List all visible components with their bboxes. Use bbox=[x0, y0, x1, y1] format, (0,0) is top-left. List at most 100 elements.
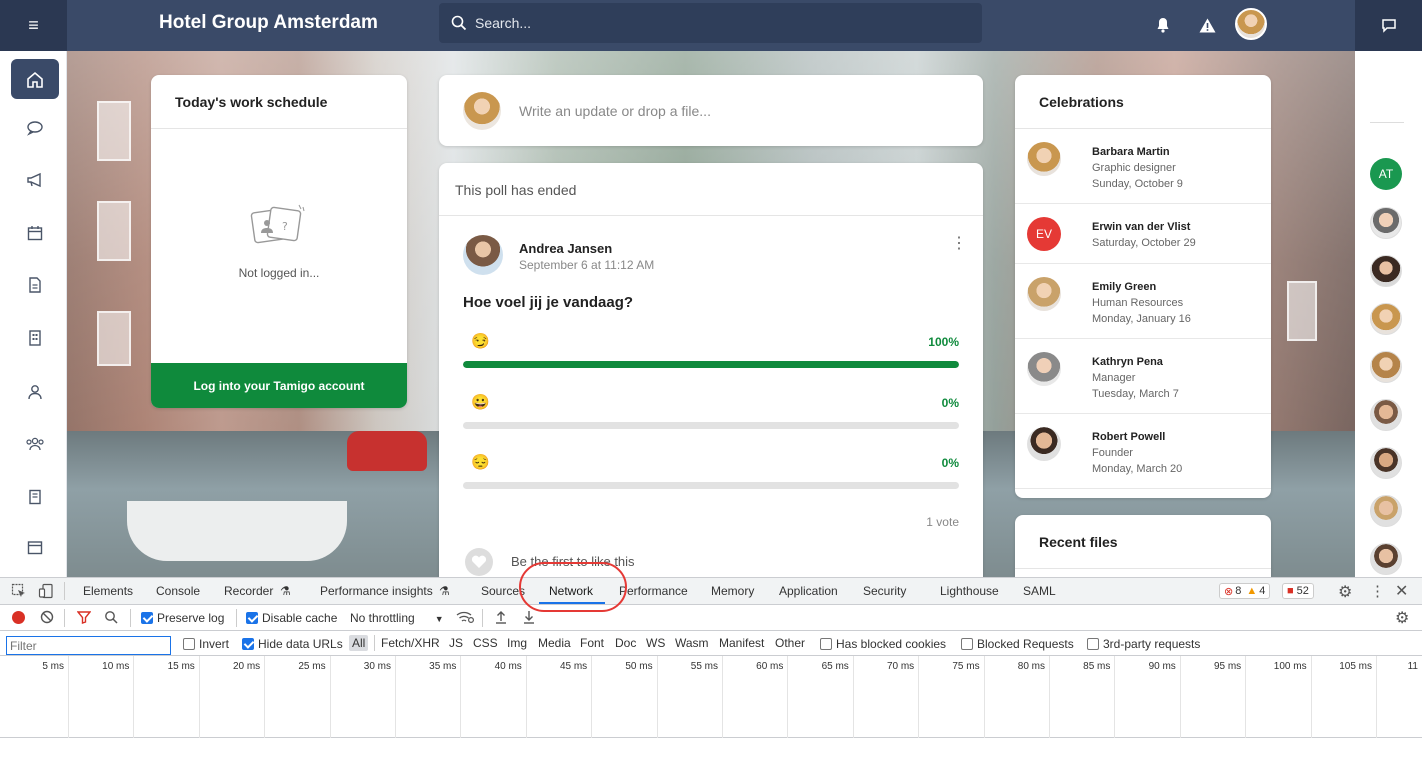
card-title: Celebrations bbox=[1039, 94, 1124, 110]
issues-icon: ■ bbox=[1287, 585, 1294, 597]
search-icon[interactable] bbox=[104, 610, 118, 627]
tab-security[interactable]: Security bbox=[863, 584, 906, 598]
author-name[interactable]: Andrea Jansen bbox=[519, 241, 612, 256]
timeline-tick-label: 95 ms bbox=[1213, 661, 1242, 672]
inspect-element-icon[interactable] bbox=[11, 583, 27, 602]
issues-badge[interactable]: ■ 52 bbox=[1282, 583, 1314, 599]
celebration-item[interactable]: Emily Green Human Resources Monday, Janu… bbox=[1015, 264, 1271, 339]
type-filter-font[interactable]: Font bbox=[580, 636, 604, 650]
schedule-status: Not logged in... bbox=[238, 266, 320, 280]
author-avatar[interactable] bbox=[463, 235, 503, 275]
tab-console[interactable]: Console bbox=[156, 584, 200, 598]
celebration-item[interactable]: EV Erwin van der Vlist Saturday, October… bbox=[1015, 204, 1271, 264]
contact-avatar[interactable] bbox=[1370, 543, 1402, 575]
user-avatar[interactable] bbox=[1235, 8, 1267, 40]
celebration-date: Tuesday, March 7 bbox=[1092, 388, 1179, 400]
calendar-icon[interactable] bbox=[11, 213, 59, 253]
hide-data-urls-checkbox[interactable]: Hide data URLs bbox=[242, 637, 343, 651]
highlight-annotation bbox=[519, 562, 627, 612]
network-conditions-icon[interactable] bbox=[456, 610, 475, 627]
bell-icon[interactable] bbox=[1150, 12, 1176, 38]
blocked-requests-checkbox[interactable]: Blocked Requests bbox=[961, 637, 1074, 651]
celebration-item[interactable]: Kathryn Pena Manager Tuesday, March 7 bbox=[1015, 339, 1271, 414]
timeline-gridline bbox=[329, 656, 331, 738]
tab-performance-insights[interactable]: Performance insights bbox=[320, 584, 433, 598]
filter-funnel-icon[interactable] bbox=[76, 610, 92, 627]
record-icon[interactable] bbox=[12, 611, 25, 624]
contact-avatar[interactable] bbox=[1370, 495, 1402, 527]
calendar-small-icon[interactable] bbox=[11, 527, 59, 567]
has-blocked-cookies-checkbox[interactable]: Has blocked cookies bbox=[820, 637, 946, 651]
hamburger-icon[interactable]: ≡ bbox=[0, 0, 67, 51]
vote-count: 1 vote bbox=[926, 515, 959, 529]
third-party-requests-checkbox[interactable]: 3rd-party requests bbox=[1087, 637, 1200, 651]
network-settings-gear-icon[interactable]: ⚙ bbox=[1395, 608, 1409, 628]
device-toolbar-icon[interactable] bbox=[38, 583, 54, 602]
person-icon[interactable] bbox=[11, 372, 59, 412]
contact-avatar[interactable] bbox=[1370, 255, 1402, 287]
celebration-item[interactable]: Robert Powell Founder Monday, March 20 bbox=[1015, 414, 1271, 489]
export-har-icon[interactable] bbox=[522, 610, 536, 627]
filter-input[interactable] bbox=[6, 636, 171, 655]
tab-lighthouse[interactable]: Lighthouse bbox=[940, 584, 999, 598]
post-composer[interactable]: Write an update or drop a file... bbox=[439, 75, 983, 146]
import-har-icon[interactable] bbox=[494, 610, 508, 627]
tab-application[interactable]: Application bbox=[779, 584, 838, 598]
type-filter-js[interactable]: JS bbox=[449, 636, 463, 650]
timeline-tick-label: 15 ms bbox=[167, 661, 195, 672]
book-icon[interactable] bbox=[11, 477, 59, 517]
type-filter-other[interactable]: Other bbox=[775, 636, 805, 650]
building-icon[interactable] bbox=[11, 318, 59, 358]
document-icon[interactable] bbox=[11, 265, 59, 305]
preserve-log-checkbox[interactable]: Preserve log bbox=[141, 611, 224, 625]
type-filter-css[interactable]: CSS bbox=[473, 636, 498, 650]
chat-icon[interactable] bbox=[1355, 0, 1422, 51]
type-filter-wasm[interactable]: Wasm bbox=[675, 636, 709, 650]
type-filter-media[interactable]: Media bbox=[538, 636, 571, 650]
type-filter-img[interactable]: Img bbox=[507, 636, 527, 650]
contact-avatar[interactable] bbox=[1370, 447, 1402, 479]
settings-gear-icon[interactable]: ⚙ bbox=[1338, 582, 1352, 602]
contact-avatar[interactable] bbox=[1370, 351, 1402, 383]
close-icon[interactable]: ✕ bbox=[1395, 581, 1408, 601]
more-menu-icon[interactable]: ⋮ bbox=[1370, 582, 1385, 600]
app-title: Hotel Group Amsterdam bbox=[159, 12, 378, 33]
group-icon[interactable] bbox=[11, 424, 59, 464]
heart-icon[interactable] bbox=[465, 548, 493, 576]
disable-cache-checkbox[interactable]: Disable cache bbox=[246, 611, 337, 625]
contact-avatar[interactable] bbox=[1370, 399, 1402, 431]
timeline-gridline bbox=[264, 656, 266, 738]
celebration-date: Saturday, October 29 bbox=[1092, 237, 1196, 249]
tab-memory[interactable]: Memory bbox=[711, 584, 754, 598]
throttling-select[interactable]: No throttling ▼ bbox=[350, 611, 444, 625]
more-options-icon[interactable]: ⋮ bbox=[951, 233, 967, 253]
search-input[interactable]: Search... bbox=[439, 3, 982, 43]
timeline-gridline bbox=[656, 656, 658, 738]
tab-performance[interactable]: Performance bbox=[619, 584, 688, 598]
console-counts-badge[interactable]: ⊗ 8 ▲ 4 bbox=[1219, 583, 1271, 599]
contact-avatar[interactable] bbox=[1370, 207, 1402, 239]
flask-icon: ⚗ bbox=[280, 584, 291, 598]
clear-icon[interactable] bbox=[40, 610, 54, 627]
login-button[interactable]: Log into your Tamigo account bbox=[151, 363, 407, 408]
type-filter-all[interactable]: All bbox=[349, 635, 369, 651]
poll-question: Hoe voel jij je vandaag? bbox=[463, 294, 634, 311]
type-filter-ws[interactable]: WS bbox=[646, 636, 665, 650]
home-icon[interactable] bbox=[11, 59, 59, 99]
contact-avatar[interactable]: AT bbox=[1370, 158, 1402, 190]
type-filter-doc[interactable]: Doc bbox=[615, 636, 636, 650]
tab-saml[interactable]: SAML bbox=[1023, 584, 1056, 598]
contact-avatar[interactable] bbox=[1370, 303, 1402, 335]
invert-checkbox[interactable]: Invert bbox=[183, 637, 229, 651]
type-filter-fetch-xhr[interactable]: Fetch/XHR bbox=[381, 636, 440, 650]
poll-option-emoji: 😔 bbox=[471, 454, 490, 471]
tab-recorder[interactable]: Recorder bbox=[224, 584, 273, 598]
warning-icon[interactable] bbox=[1194, 12, 1220, 38]
chat-bubbles-icon[interactable] bbox=[11, 108, 59, 148]
celebration-item[interactable]: Barbara Martin Graphic designer Sunday, … bbox=[1015, 129, 1271, 204]
megaphone-icon[interactable] bbox=[11, 160, 59, 200]
tab-elements[interactable]: Elements bbox=[83, 584, 133, 598]
timeline-tick-label: 70 ms bbox=[886, 661, 915, 672]
avatar bbox=[1027, 277, 1061, 311]
type-filter-manifest[interactable]: Manifest bbox=[719, 636, 764, 650]
